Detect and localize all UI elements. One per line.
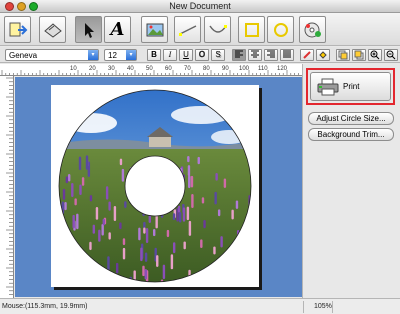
align-center-button[interactable] (248, 49, 262, 61)
chevron-down-icon: ▾ (126, 50, 136, 60)
pointer-icon (84, 22, 94, 38)
ruler-mark: 110 (258, 66, 268, 72)
underline-button[interactable]: U (179, 49, 193, 61)
ruler-mark: 80 (203, 66, 210, 72)
bold-button[interactable]: B (147, 49, 161, 61)
status-bar: Mouse:(115.3mm, 19.9mm) 105% (0, 298, 400, 314)
ruler-mark: 10 (70, 66, 77, 72)
disc-label-page[interactable] (51, 85, 259, 287)
text-icon: A (110, 19, 125, 40)
font-value: Geneva (9, 51, 38, 60)
fill-color-button[interactable] (316, 49, 330, 61)
status-divider (332, 301, 333, 313)
paint-bucket-icon (319, 51, 327, 59)
curve-icon (208, 24, 227, 33)
ruler-mark: 100 (239, 66, 250, 72)
rectangle-tool-button[interactable] (238, 16, 265, 43)
mouse-position: Mouse:(115.3mm, 19.9mm) (2, 303, 88, 310)
align-right-icon (267, 50, 275, 58)
ruler-mark: 30 (108, 66, 115, 72)
align-right-button[interactable] (264, 49, 278, 61)
font-size-value: 12 (108, 51, 117, 60)
text-tool-button[interactable]: A (104, 16, 131, 43)
align-left-icon (235, 50, 243, 58)
rectangle-icon (244, 22, 259, 37)
import-icon (9, 22, 27, 36)
bring-front-button[interactable] (336, 49, 350, 61)
window-title: New Document (169, 1, 231, 11)
adjust-circle-size-button[interactable]: Adjust Circle Size... (308, 112, 394, 125)
pen-color-button[interactable] (300, 49, 314, 61)
horizontal-ruler: 10 20 30 40 50 60 70 80 90 100 110 120 (0, 64, 302, 76)
disc-tool-button[interactable] (299, 16, 326, 43)
justify-icon (283, 50, 291, 58)
bring-front-icon (338, 50, 348, 60)
justify-button[interactable] (280, 49, 294, 61)
disc-label-artwork[interactable] (51, 85, 259, 287)
shadow-button[interactable]: S (211, 49, 225, 61)
import-button[interactable] (4, 16, 31, 43)
disc-hole (124, 155, 186, 217)
italic-button[interactable]: I (163, 49, 177, 61)
ruler-mark: 20 (89, 66, 96, 72)
ruler-mark: 120 (277, 66, 288, 72)
ruler-ticks: 10 20 30 40 50 60 70 80 90 100 110 120 (1, 66, 299, 75)
font-size-select[interactable]: 12 ▾ (104, 49, 137, 61)
align-left-button[interactable] (232, 49, 246, 61)
ruler-mark: 70 (184, 66, 191, 72)
line-icon (178, 24, 196, 36)
design-canvas[interactable] (15, 77, 302, 297)
font-select[interactable]: Geneva ▾ (5, 49, 99, 61)
curve-tool-button[interactable] (204, 16, 231, 43)
layout-button[interactable] (39, 16, 66, 43)
format-toolbar: Geneva ▾ 12 ▾ B I U O S (0, 47, 400, 63)
align-center-icon (251, 50, 259, 58)
layout-icon (43, 22, 62, 38)
pointer-tool-button[interactable] (75, 16, 102, 43)
print-button[interactable]: Print (310, 72, 391, 101)
zoom-in-button[interactable] (368, 49, 382, 61)
chevron-down-icon: ▾ (88, 50, 98, 60)
status-divider (303, 301, 304, 313)
image-icon (146, 23, 163, 36)
printer-icon (317, 78, 339, 96)
zoom-in-icon (370, 50, 380, 60)
send-back-button[interactable] (352, 49, 366, 61)
main-toolbar: A (0, 13, 400, 46)
image-tool-button[interactable] (141, 16, 168, 43)
zoom-out-button[interactable] (384, 49, 398, 61)
print-label: Print (343, 82, 360, 91)
circle-icon (273, 22, 288, 37)
zoom-level: 105% (314, 303, 332, 310)
line-tool-button[interactable] (174, 16, 201, 43)
circle-tool-button[interactable] (267, 16, 294, 43)
zoom-out-icon (386, 50, 396, 60)
ruler-mark: 90 (222, 66, 229, 72)
send-back-icon (354, 50, 364, 60)
ruler-ticks (6, 77, 13, 295)
pen-icon (303, 51, 311, 59)
ruler-mark: 50 (146, 66, 153, 72)
vertical-ruler (0, 76, 14, 298)
ruler-mark: 60 (165, 66, 172, 72)
ruler-mark: 40 (127, 66, 134, 72)
background-trim-button[interactable]: Background Trim... (308, 128, 394, 141)
title-bar: New Document (0, 0, 400, 13)
disc-icon (304, 22, 321, 37)
outline-button[interactable]: O (195, 49, 209, 61)
